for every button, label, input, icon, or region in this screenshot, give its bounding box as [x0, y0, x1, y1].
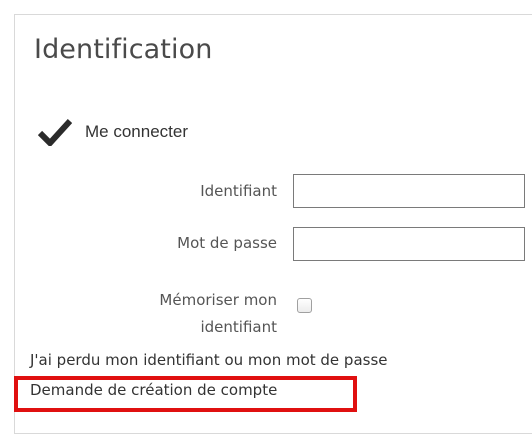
- checkmark-icon: [37, 118, 73, 148]
- username-field[interactable]: [293, 174, 525, 208]
- remember-label: Mémoriser mon identifiant: [159, 287, 277, 341]
- password-label: Mot de passe: [177, 234, 277, 252]
- password-field[interactable]: [293, 227, 525, 261]
- panel-title: Identification: [34, 34, 213, 65]
- login-panel: [14, 14, 532, 434]
- connect-header: Me connecter: [37, 115, 188, 149]
- remember-checkbox[interactable]: [297, 298, 312, 313]
- highlight-box: [14, 376, 357, 412]
- username-label: Identifiant: [200, 182, 277, 200]
- lost-credentials-link[interactable]: J'ai perdu mon identifiant ou mon mot de…: [30, 351, 388, 369]
- remember-label-line2: identifiant: [200, 318, 277, 336]
- remember-label-line1: Mémoriser mon: [159, 291, 277, 309]
- connect-label: Me connecter: [85, 122, 188, 141]
